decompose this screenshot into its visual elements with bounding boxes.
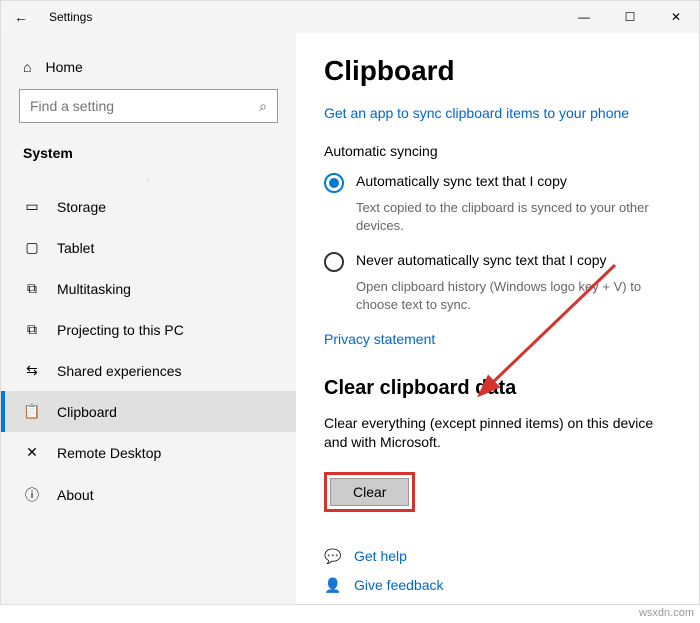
watermark: wsxdn.com [639, 607, 694, 619]
radio-label: Never automatically sync text that I cop… [356, 252, 607, 268]
sidebar-item-tablet[interactable]: ▢ Tablet [1, 227, 296, 268]
sidebar-item-label: Multitasking [57, 281, 131, 297]
category-label: System [1, 135, 296, 175]
sidebar-item-projecting[interactable]: ⧉ Projecting to this PC [1, 309, 296, 350]
sidebar-item-label: Projecting to this PC [57, 322, 184, 338]
multitask-icon: ⧉ [23, 280, 41, 297]
search-icon: ⌕ [259, 98, 267, 115]
sidebar-item-label: Remote Desktop [57, 445, 161, 461]
clear-desc: Clear everything (except pinned items) o… [324, 414, 671, 452]
home-label: Home [45, 59, 82, 75]
maximize-button[interactable]: ☐ [607, 1, 653, 33]
clear-heading: Clear clipboard data [324, 377, 671, 400]
sidebar-item-label: Storage [57, 199, 106, 215]
back-button[interactable]: ← [1, 9, 41, 25]
sidebar-item-label: About [57, 487, 94, 503]
sidebar-item-remote[interactable]: ✕ Remote Desktop [1, 432, 296, 473]
feedback-icon: 👤 [324, 577, 342, 594]
radio-icon [324, 252, 344, 272]
search-field[interactable] [30, 98, 259, 114]
help-icon: 💬 [324, 548, 342, 565]
sidebar-item-about[interactable]: ⓘ About [1, 473, 296, 517]
sidebar-item-label: Tablet [57, 240, 94, 256]
auto-sync-label: Automatic syncing [324, 143, 671, 159]
radio-desc: Text copied to the clipboard is synced t… [356, 199, 671, 234]
home-icon: ⌂ [23, 59, 31, 75]
page-title: Clipboard [324, 55, 671, 87]
radio-icon [324, 173, 344, 193]
remote-icon: ✕ [23, 444, 41, 461]
about-icon: ⓘ [23, 485, 41, 505]
clear-button[interactable]: Clear [330, 478, 409, 506]
radio-auto-sync[interactable]: Automatically sync text that I copy [324, 173, 671, 193]
search-input[interactable]: ⌕ [19, 89, 278, 123]
radio-label: Automatically sync text that I copy [356, 173, 567, 189]
tablet-icon: ▢ [23, 239, 41, 256]
sidebar-item-shared[interactable]: ⇆ Shared experiences [1, 350, 296, 391]
home-button[interactable]: ⌂ Home [1, 51, 296, 83]
clear-highlight: Clear [324, 472, 415, 512]
clipboard-icon: 📋 [23, 403, 41, 420]
sidebar-item-label: Shared experiences [57, 363, 182, 379]
close-button[interactable]: ✕ [653, 1, 699, 33]
sync-app-link[interactable]: Get an app to sync clipboard items to yo… [324, 105, 671, 121]
window-title: Settings [41, 10, 92, 24]
radio-never-sync[interactable]: Never automatically sync text that I cop… [324, 252, 671, 272]
sidebar-item-storage[interactable]: ▭ Storage [1, 186, 296, 227]
get-help-link[interactable]: 💬 Get help [324, 548, 671, 565]
shared-icon: ⇆ [23, 362, 41, 379]
feedback-link[interactable]: 👤 Give feedback [324, 577, 671, 594]
nav-list: ▭ Storage ▢ Tablet ⧉ Multitasking ⧉ Proj… [1, 186, 296, 604]
project-icon: ⧉ [23, 321, 41, 338]
privacy-link[interactable]: Privacy statement [324, 331, 671, 347]
sidebar-item-multitasking[interactable]: ⧉ Multitasking [1, 268, 296, 309]
minimize-button[interactable]: — [561, 1, 607, 33]
content-pane: Clipboard Get an app to sync clipboard i… [296, 33, 699, 604]
feedback-label: Give feedback [354, 577, 444, 593]
radio-desc: Open clipboard history (Windows logo key… [356, 278, 671, 313]
storage-icon: ▭ [23, 198, 41, 215]
sidebar-item-clipboard[interactable]: 📋 Clipboard [1, 391, 296, 432]
help-label: Get help [354, 548, 407, 564]
sidebar-item-label: Clipboard [57, 404, 117, 420]
sidebar: ⌂ Home ⌕ System · ▭ Storage ▢ Tablet [1, 33, 296, 604]
